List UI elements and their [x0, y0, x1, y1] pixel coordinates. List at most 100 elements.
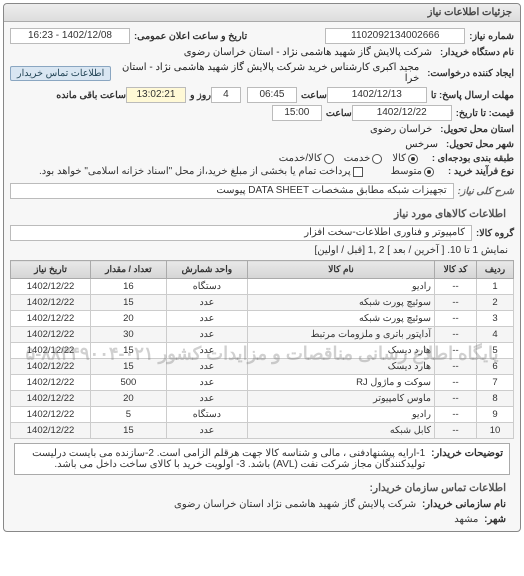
label-footer-org: نام سازمانی خریدار:	[422, 499, 506, 510]
table-row: 10--کابل شبکهعدد151402/12/22	[11, 423, 514, 439]
cell-name: کابل شبکه	[248, 423, 435, 439]
cell-qty: 5	[91, 407, 167, 423]
cell-date: 1402/12/22	[11, 279, 91, 295]
contact-buyer-button[interactable]: اطلاعات تماس خریدار	[10, 66, 111, 81]
checkbox-treasury[interactable]: پرداخت تمام یا بخشی از مبلغ خرید،از محل …	[39, 166, 363, 177]
value-price-date: 1402/12/22	[352, 105, 452, 121]
checkbox-label: پرداخت تمام یا بخشی از مبلغ خرید،از محل …	[39, 166, 351, 177]
th-code: کد کالا	[434, 261, 476, 279]
row-reqno: شماره نیاز: 1102092134002666 تاریخ و ساع…	[10, 28, 514, 44]
buyer-note: توضیحات خریدار: 1-ارایه پیشنهادفنی ، مال…	[14, 443, 510, 475]
label-deliv-prov: استان محل تحویل:	[440, 124, 514, 135]
label-days-left: روز و	[190, 90, 211, 101]
cell-n: 5	[477, 343, 514, 359]
value-footer-org: شرکت پالایش گاز شهید هاشمی نژاد استان خر…	[174, 499, 416, 510]
radio-dot-icon	[424, 167, 434, 177]
radio-dot-icon	[372, 154, 382, 164]
cell-date: 1402/12/22	[11, 343, 91, 359]
radio-label: کالا	[392, 153, 406, 164]
th-name: نام کالا	[248, 261, 435, 279]
row-need-title: شرح کلی نیاز: تجهیزات شبکه مطابق مشخصات …	[10, 183, 514, 199]
value-announce: 1402/12/08 - 16:23	[10, 28, 130, 44]
th-unit: واحد شمارش	[166, 261, 247, 279]
footer-title: اطلاعات تماس سازمان خریدار:	[10, 479, 514, 497]
cell-qty: 15	[91, 359, 167, 375]
label-price-date: قیمت: تا تاریخ:	[456, 108, 514, 119]
footer-city: شهر: مشهد	[10, 512, 514, 527]
value-footer-city: مشهد	[454, 514, 478, 525]
value-org: شرکت پالایش گاز شهید هاشمی نژاد - استان …	[180, 46, 436, 59]
value-deliv-prov: خراسان رضوی	[366, 123, 436, 136]
cell-name: ماوس کامپیوتر	[248, 391, 435, 407]
cell-code: --	[434, 311, 476, 327]
panel-body: شماره نیاز: 1102092134002666 تاریخ و ساع…	[4, 22, 520, 531]
radio-budget-both[interactable]: کالا/خدمت	[279, 153, 334, 164]
pager-text: نمایش 1 تا 10. [ آخرین / بعد ] 2 ,1 [قبل…	[314, 245, 508, 256]
radio-label: متوسط	[391, 166, 422, 177]
radio-dot-icon	[324, 154, 334, 164]
value-requester: مجید اکبری کارشناس خرید شرکت پالایش گاز …	[111, 61, 423, 85]
cell-n: 10	[477, 423, 514, 439]
th-date: تاریخ نیاز	[11, 261, 91, 279]
cell-date: 1402/12/22	[11, 295, 91, 311]
value-reqno: 1102092134002666	[325, 28, 465, 44]
label-announce: تاریخ و ساعت اعلان عمومی:	[134, 31, 247, 42]
cell-unit: عدد	[166, 343, 247, 359]
cell-name: سوئیچ پورت شبکه	[248, 295, 435, 311]
cell-name: آداپتور باتری و ملزومات مرتبط	[248, 327, 435, 343]
cell-n: 9	[477, 407, 514, 423]
value-days-left: 4	[211, 87, 241, 103]
cell-n: 6	[477, 359, 514, 375]
cell-unit: عدد	[166, 311, 247, 327]
value-goods-group: کامپیوتر و فناوری اطلاعات-سخت افزار	[10, 225, 472, 241]
cell-code: --	[434, 423, 476, 439]
table-row: 1--رادیودستگاه161402/12/22	[11, 279, 514, 295]
cell-qty: 15	[91, 295, 167, 311]
label-time2: ساعت	[326, 108, 352, 119]
cell-date: 1402/12/22	[11, 311, 91, 327]
label-deliv-city: شهر محل تحویل:	[446, 139, 514, 150]
row-purchase-type: نوع فرآیند خرید : متوسط پرداخت تمام یا ب…	[10, 166, 514, 177]
label-purchase-type: نوع فرآیند خرید :	[448, 166, 514, 177]
label-need: شرح کلی نیاز:	[458, 186, 514, 197]
cell-qty: 16	[91, 279, 167, 295]
table-row: 7--سوکت و ماژول RJعدد5001402/12/22	[11, 375, 514, 391]
cell-n: 4	[477, 327, 514, 343]
label-org: نام دستگاه خریدار:	[440, 47, 514, 58]
row-org: نام دستگاه خریدار: شرکت پالایش گاز شهید …	[10, 46, 514, 59]
radio-budget-kala[interactable]: کالا	[392, 153, 418, 164]
cell-code: --	[434, 279, 476, 295]
cell-unit: دستگاه	[166, 407, 247, 423]
th-qty: تعداد / مقدار	[91, 261, 167, 279]
cell-unit: عدد	[166, 295, 247, 311]
label-time-left: ساعت باقی مانده	[56, 90, 126, 101]
value-deadline-time: 06:45	[247, 87, 297, 103]
radio-budget-khedmat[interactable]: خدمت	[344, 153, 383, 164]
cell-n: 1	[477, 279, 514, 295]
table-row: 8--ماوس کامپیوترعدد201402/12/22	[11, 391, 514, 407]
label-time1: ساعت	[301, 90, 327, 101]
value-time-left: 13:02:21	[126, 87, 186, 103]
cell-unit: عدد	[166, 375, 247, 391]
cell-date: 1402/12/22	[11, 327, 91, 343]
table-row: 2--سوئیچ پورت شبکهعدد151402/12/22	[11, 295, 514, 311]
cell-n: 2	[477, 295, 514, 311]
label-footer-city: شهر:	[484, 514, 506, 525]
goods-table: ردیف کد کالا نام کالا واحد شمارش تعداد /…	[10, 260, 514, 439]
cell-unit: عدد	[166, 359, 247, 375]
label-deadline: مهلت ارسال پاسخ: تا	[431, 90, 514, 101]
cell-code: --	[434, 327, 476, 343]
row-delivery-city: شهر محل تحویل: سرخس	[10, 138, 514, 151]
radio-label: کالا/خدمت	[279, 153, 322, 164]
cell-code: --	[434, 343, 476, 359]
footer-org: نام سازمانی خریدار: شرکت پالایش گاز شهید…	[10, 497, 514, 512]
main-panel: جزئیات اطلاعات نیاز شماره نیاز: 11020921…	[3, 3, 521, 532]
cell-name: هارد دیسک	[248, 359, 435, 375]
radio-purchase-medium[interactable]: متوسط	[391, 166, 434, 177]
cell-name: سوکت و ماژول RJ	[248, 375, 435, 391]
cell-date: 1402/12/22	[11, 375, 91, 391]
row-delivery-prov: استان محل تحویل: خراسان رضوی	[10, 123, 514, 136]
cell-name: رادیو	[248, 279, 435, 295]
pager[interactable]: نمایش 1 تا 10. [ آخرین / بعد ] 2 ,1 [قبل…	[10, 243, 514, 258]
value-price-time: 15:00	[272, 105, 322, 121]
